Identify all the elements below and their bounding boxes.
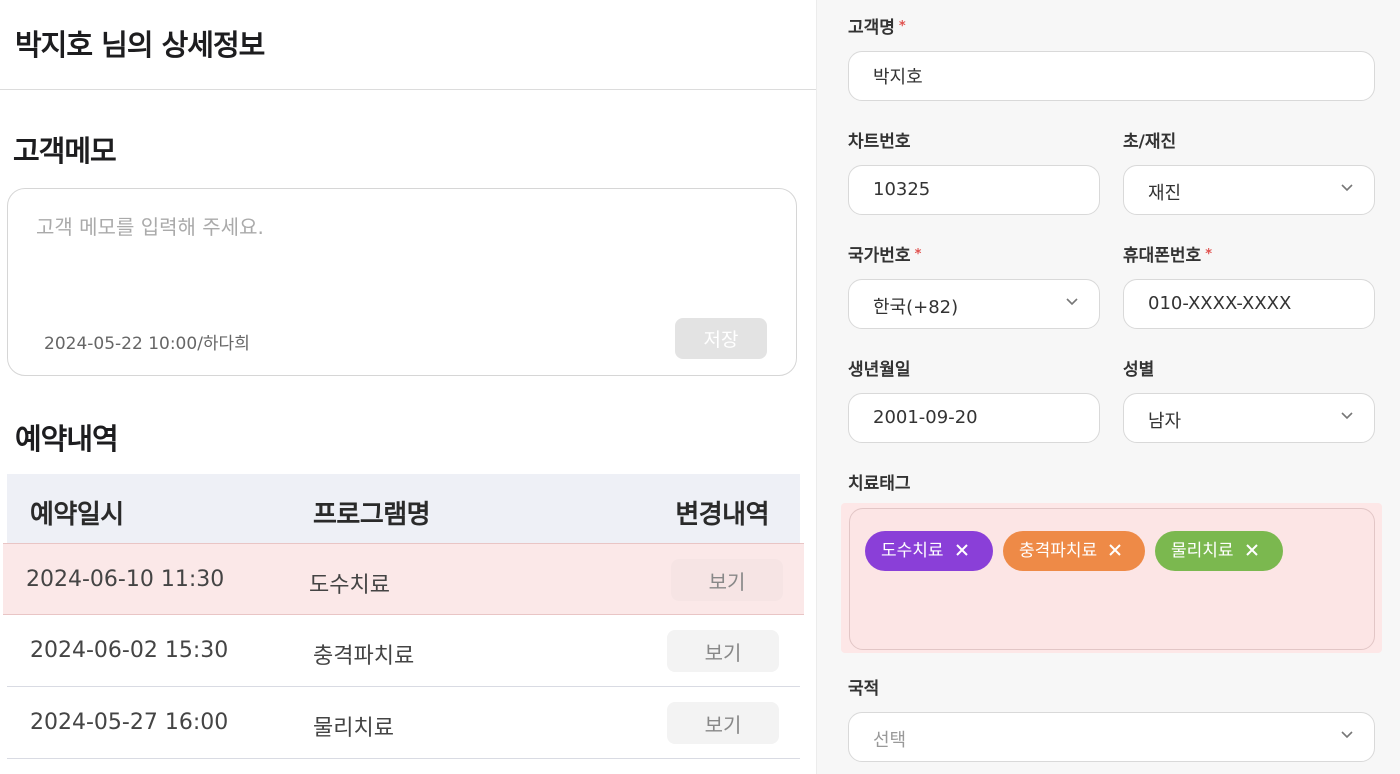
- tag-chip: 물리치료: [1155, 531, 1283, 571]
- visit-type-label: 초/재진: [1123, 132, 1177, 152]
- customer-form-panel: 고객명* 차트번호 초/재진 재진 국가번호* 한국(+82) 휴대폰번호* 생…: [816, 0, 1400, 774]
- birth-label: 생년월일: [848, 360, 911, 380]
- reservation-section-title: 예약내역: [15, 422, 119, 456]
- tag-chip: 도수치료: [865, 531, 993, 571]
- view-history-button[interactable]: 보기: [667, 630, 779, 672]
- memo-meta: 2024-05-22 10:00/하다희: [44, 334, 250, 354]
- treatment-tag-area: 도수치료 충격파치료 물리치료: [841, 503, 1382, 653]
- row-program: 물리치료: [313, 716, 394, 741]
- row-program: 충격파치료: [313, 644, 415, 669]
- required-mark: *: [914, 247, 922, 262]
- nationality-label: 국적: [848, 679, 880, 699]
- required-mark: *: [1205, 247, 1213, 262]
- page-title: 박지호 님의 상세정보: [15, 28, 265, 62]
- view-history-button[interactable]: 보기: [667, 702, 779, 744]
- tag-chip: 충격파치료: [1003, 531, 1145, 571]
- nationality-select[interactable]: 선택: [848, 712, 1375, 762]
- country-code-select[interactable]: 한국(+82): [848, 279, 1100, 329]
- memo-box: 2024-05-22 10:00/하다희 저장: [7, 188, 797, 376]
- nationality-placeholder: 선택: [873, 730, 907, 751]
- chevron-down-icon: [1340, 408, 1354, 422]
- phone-field[interactable]: [1123, 279, 1375, 329]
- visit-type-value: 재진: [1148, 183, 1182, 204]
- chevron-down-icon: [1340, 180, 1354, 194]
- treatment-tag-field[interactable]: 도수치료 충격파치료 물리치료: [849, 508, 1375, 650]
- gender-value: 남자: [1148, 411, 1182, 432]
- table-row[interactable]: 2024-05-27 16:00 물리치료 보기: [7, 687, 800, 759]
- required-mark: *: [898, 19, 906, 34]
- name-field[interactable]: [848, 51, 1375, 101]
- table-row[interactable]: 2024-06-10 11:30 도수치료 보기: [3, 543, 804, 615]
- detail-panel: 박지호 님의 상세정보 고객메모 2024-05-22 10:00/하다희 저장…: [0, 0, 816, 774]
- memo-save-button[interactable]: 저장: [675, 318, 767, 359]
- close-icon[interactable]: [1244, 533, 1260, 556]
- tag-label: 물리치료: [1171, 541, 1234, 561]
- view-history-button[interactable]: 보기: [671, 559, 783, 601]
- close-icon[interactable]: [954, 533, 970, 556]
- treatment-tag-label: 치료태그: [848, 474, 911, 494]
- close-icon[interactable]: [1107, 533, 1123, 556]
- chart-number-input[interactable]: [873, 166, 1083, 213]
- birth-field[interactable]: [848, 393, 1100, 443]
- tag-label: 충격파치료: [1019, 541, 1098, 561]
- name-label: 고객명 *: [848, 18, 906, 38]
- country-code-value: 한국(+82): [873, 297, 959, 318]
- tag-label: 도수치료: [881, 541, 944, 561]
- gender-select[interactable]: 남자: [1123, 393, 1375, 443]
- reservation-table: 예약일시 프로그램명 변경내역 2024-06-10 11:30 도수치료 보기…: [3, 474, 804, 759]
- birth-input[interactable]: [873, 394, 1083, 441]
- column-header-program: 프로그램명: [313, 500, 431, 530]
- column-header-datetime: 예약일시: [30, 500, 124, 530]
- gender-label: 성별: [1123, 360, 1155, 380]
- name-input[interactable]: [873, 52, 1358, 99]
- table-row[interactable]: 2024-06-02 15:30 충격파치료 보기: [7, 615, 800, 687]
- memo-section-title: 고객메모: [13, 134, 117, 168]
- memo-input[interactable]: [36, 211, 636, 271]
- visit-type-select[interactable]: 재진: [1123, 165, 1375, 215]
- chart-number-field[interactable]: [848, 165, 1100, 215]
- phone-input[interactable]: [1148, 280, 1358, 327]
- table-header: 예약일시 프로그램명 변경내역: [7, 474, 800, 543]
- row-program: 도수치료: [309, 573, 390, 598]
- row-datetime: 2024-05-27 16:00: [30, 710, 229, 735]
- divider: [0, 89, 816, 90]
- chevron-down-icon: [1340, 727, 1354, 741]
- row-datetime: 2024-06-10 11:30: [26, 567, 225, 592]
- country-code-label: 국가번호 *: [848, 246, 922, 266]
- chart-number-label: 차트번호: [848, 132, 911, 152]
- row-datetime: 2024-06-02 15:30: [30, 638, 229, 663]
- phone-label: 휴대폰번호 *: [1123, 246, 1213, 266]
- chevron-down-icon: [1065, 294, 1079, 308]
- column-header-history: 변경내역: [675, 500, 769, 530]
